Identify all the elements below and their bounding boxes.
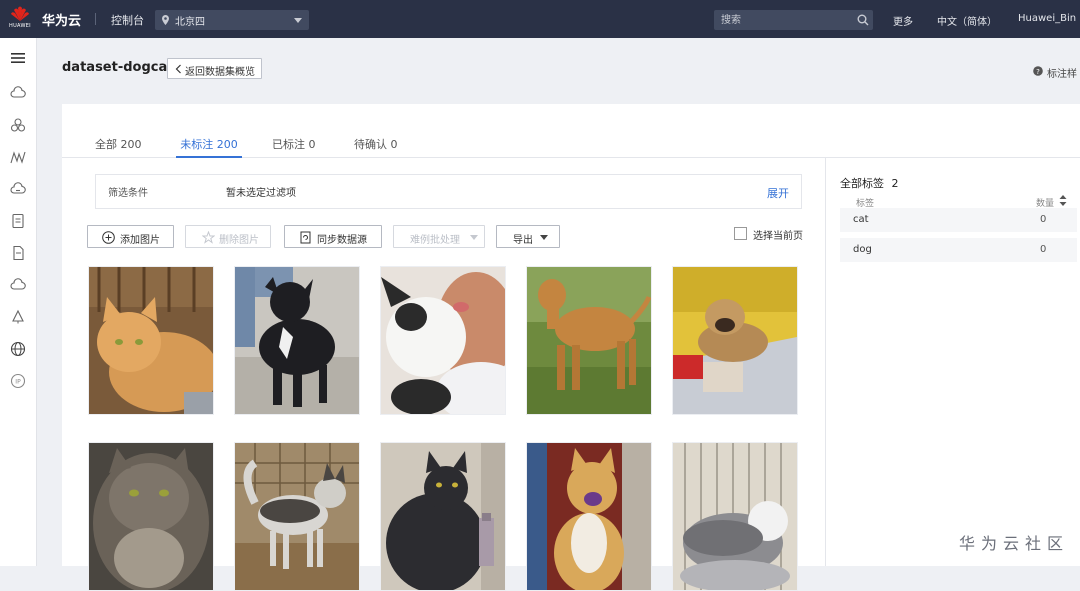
- image-thumbnail[interactable]: [380, 266, 506, 415]
- sort-icon[interactable]: [1059, 195, 1067, 206]
- label-name: dog: [853, 244, 872, 255]
- svg-text:?: ?: [1036, 68, 1040, 76]
- dog-image: [527, 443, 651, 590]
- dog-image: [673, 267, 797, 414]
- cat-image: [89, 267, 213, 414]
- all-labels-heading: 全部标签 2: [840, 175, 899, 191]
- all-labels-title: 全部标签: [840, 177, 884, 190]
- delete-image-label: 删除图片: [219, 235, 259, 246]
- image-thumbnail[interactable]: [526, 266, 652, 415]
- huawei-flower-icon: [11, 6, 29, 21]
- delete-image-button[interactable]: 删除图片: [185, 225, 271, 248]
- dog-image: [235, 267, 359, 414]
- cluster-icon[interactable]: [10, 117, 26, 133]
- star-icon: [202, 231, 215, 244]
- document-icon[interactable]: [10, 213, 26, 229]
- logo-wordmark: HUAWEI: [9, 23, 31, 29]
- chevron-left-icon: [175, 64, 181, 74]
- panel-divider: [825, 158, 826, 566]
- dog-image: [527, 267, 651, 414]
- console-link[interactable]: 控制台: [111, 12, 144, 28]
- region-label: 北京四: [175, 17, 205, 28]
- page-title: dataset-dogcat: [62, 60, 174, 75]
- bell-icon[interactable]: [10, 309, 26, 325]
- hard-example-batch-button[interactable]: 难例批处理: [393, 225, 485, 248]
- main-panel: 全部 200 未标注 200 已标注 0 待确认 0 筛选条件 暂未选定过滤项 …: [62, 104, 1080, 591]
- hard-example-batch-label: 难例批处理: [410, 235, 460, 246]
- tab-pending-confirm[interactable]: 待确认 0: [354, 136, 398, 158]
- label-name: cat: [853, 214, 869, 225]
- file-icon[interactable]: [10, 245, 26, 261]
- filter-value: 暂未选定过滤项: [226, 188, 296, 199]
- brand-name[interactable]: 华为云: [42, 10, 81, 29]
- image-thumbnail[interactable]: [88, 266, 214, 415]
- image-thumbnail[interactable]: [672, 266, 798, 415]
- filter-label: 筛选条件: [108, 188, 148, 199]
- status-tabs: 全部 200 未标注 200 已标注 0 待确认 0: [62, 104, 1080, 158]
- annotation-sample-link[interactable]: 标注样: [1047, 65, 1077, 80]
- image-thumbnail[interactable]: [234, 266, 360, 415]
- sync-data-source-label: 同步数据源: [317, 235, 367, 246]
- cloud-icon[interactable]: [10, 85, 26, 101]
- region-selector[interactable]: 北京四: [155, 10, 309, 30]
- add-image-label: 添加图片: [120, 235, 160, 246]
- select-current-page-checkbox[interactable]: [734, 227, 747, 240]
- cat-image: [673, 443, 797, 590]
- label-row-cat[interactable]: cat 0: [840, 208, 1077, 232]
- filter-bar: 筛选条件 暂未选定过滤项 展开: [95, 174, 802, 209]
- cat-image: [381, 443, 505, 590]
- more-menu[interactable]: 更多: [893, 13, 913, 28]
- tab-labeled[interactable]: 已标注 0: [272, 136, 316, 158]
- label-count: 0: [1040, 244, 1047, 255]
- huawei-logo[interactable]: HUAWEI: [6, 4, 34, 34]
- image-thumbnail[interactable]: [380, 442, 506, 591]
- select-current-page-label: 选择当前页: [753, 231, 803, 242]
- tab-unlabeled[interactable]: 未标注 200: [176, 136, 242, 158]
- svg-text:IP: IP: [15, 379, 21, 386]
- cat-image: [89, 443, 213, 590]
- globe-icon[interactable]: [10, 341, 26, 357]
- search-input[interactable]: [714, 10, 873, 30]
- image-thumbnail[interactable]: [88, 442, 214, 591]
- dog-image: [235, 443, 359, 590]
- chevron-down-icon: [540, 235, 548, 240]
- back-button-label: 返回数据集概览: [185, 67, 255, 78]
- label-count: 0: [1040, 214, 1047, 225]
- menu-icon[interactable]: [10, 50, 26, 66]
- tab-all[interactable]: 全部 200: [95, 136, 142, 158]
- left-sidebar: IP: [0, 38, 37, 566]
- user-account[interactable]: Huawei_Bin: [1018, 13, 1076, 24]
- plus-circle-icon: [102, 231, 115, 244]
- export-label: 导出: [513, 235, 533, 246]
- search-icon[interactable]: [857, 14, 869, 26]
- add-image-button[interactable]: 添加图片: [87, 225, 174, 248]
- cloud-service-icon[interactable]: [10, 181, 26, 197]
- all-labels-count: 2: [891, 177, 899, 190]
- chevron-down-icon: [294, 18, 302, 23]
- ip-icon[interactable]: IP: [10, 373, 26, 389]
- export-button[interactable]: 导出: [496, 225, 560, 248]
- location-pin-icon: [162, 15, 169, 25]
- label-row-dog[interactable]: dog 0: [840, 238, 1077, 262]
- divider: [95, 13, 96, 25]
- sync-document-icon: [300, 231, 311, 244]
- image-thumbnail[interactable]: [234, 442, 360, 591]
- filter-expand-link[interactable]: 展开: [767, 185, 789, 201]
- language-selector[interactable]: 中文（简体）: [937, 13, 997, 28]
- top-navigation-bar: HUAWEI 华为云 控制台 北京四 更多 中文（简体） Huawei_Bin: [0, 0, 1080, 38]
- image-thumbnail[interactable]: [526, 442, 652, 591]
- watermark: 华为云社区: [959, 534, 1070, 553]
- question-icon[interactable]: ?: [1033, 66, 1043, 76]
- cloud-outline-icon[interactable]: [10, 277, 26, 293]
- dog-image: [381, 267, 505, 414]
- mountain-icon[interactable]: [10, 149, 26, 165]
- chevron-down-icon: [470, 235, 478, 240]
- image-thumbnail[interactable]: [672, 442, 798, 591]
- back-to-dataset-overview-button[interactable]: 返回数据集概览: [167, 58, 262, 79]
- sync-data-source-button[interactable]: 同步数据源: [284, 225, 382, 248]
